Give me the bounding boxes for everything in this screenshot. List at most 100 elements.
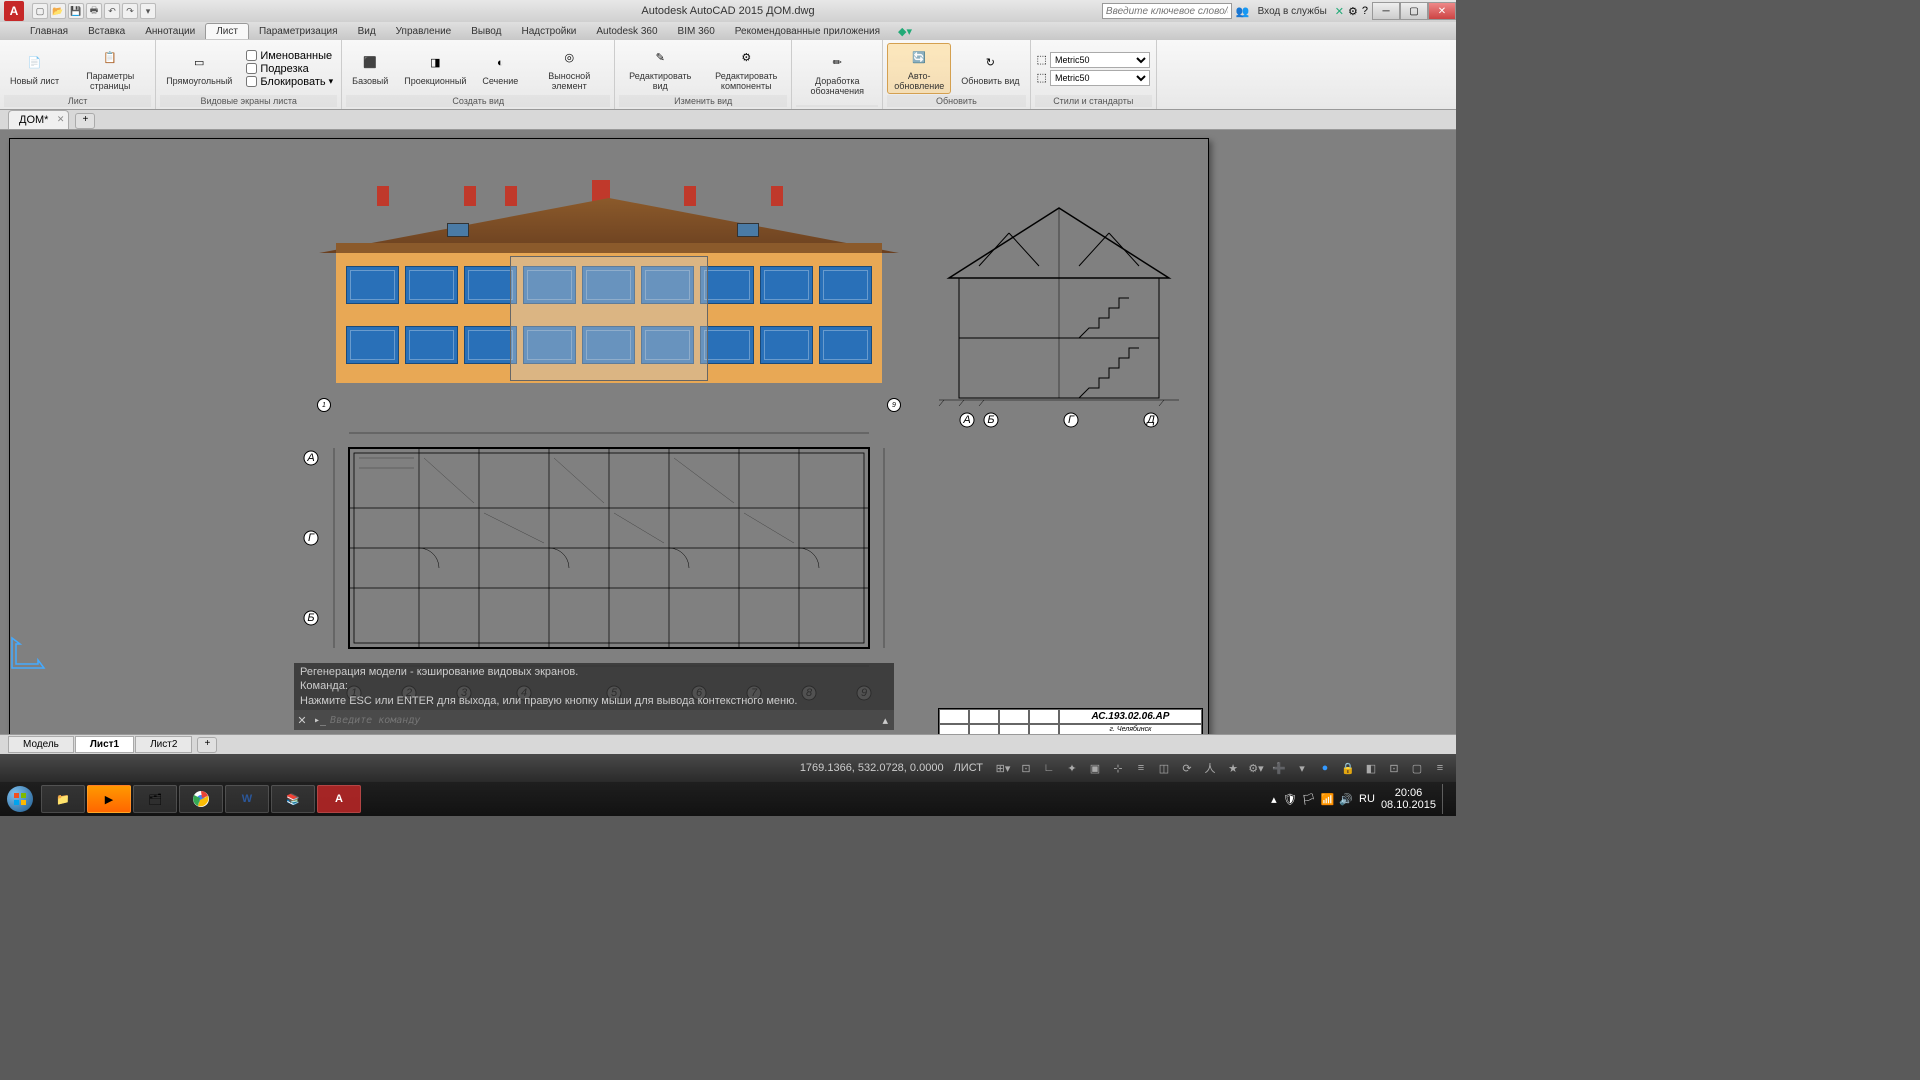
paper-sheet[interactable]: 1 9 xyxy=(9,138,1209,748)
qat-open-icon[interactable]: 📂 xyxy=(50,3,66,19)
quick-props-icon[interactable]: ● xyxy=(1315,758,1335,778)
qat-save-icon[interactable]: 💾 xyxy=(68,3,84,19)
osnap-icon[interactable]: ▣ xyxy=(1085,758,1105,778)
clean-screen-icon[interactable]: ▢ xyxy=(1407,758,1427,778)
exchange-icon[interactable]: ✕ xyxy=(1335,5,1344,18)
base-view-button[interactable]: ⬛Базовый xyxy=(346,49,394,89)
maximize-button[interactable]: ▢ xyxy=(1400,2,1428,20)
tab-parametric[interactable]: Параметризация xyxy=(249,24,348,39)
edit-components-button[interactable]: ⚙Редактировать компоненты xyxy=(705,44,787,94)
snap-icon[interactable]: ⊡ xyxy=(1016,758,1036,778)
taskbar-media[interactable]: ▶ xyxy=(87,785,131,813)
layout-tab-model[interactable]: Модель xyxy=(8,736,74,753)
grid-icon[interactable]: ⊞▾ xyxy=(993,758,1013,778)
taskbar-folder[interactable]: 🗂 xyxy=(133,785,177,813)
minimize-button[interactable]: ─ xyxy=(1372,2,1400,20)
transparency-icon[interactable]: ◫ xyxy=(1154,758,1174,778)
tab-view[interactable]: Вид xyxy=(348,24,386,39)
ortho-icon[interactable]: ∟ xyxy=(1039,758,1059,778)
search-input[interactable] xyxy=(1102,3,1232,19)
taskbar-chrome[interactable] xyxy=(179,785,223,813)
tray-action-icon[interactable]: 🏳 xyxy=(1302,793,1316,806)
otrack-icon[interactable]: ⊹ xyxy=(1108,758,1128,778)
command-input[interactable] xyxy=(330,715,876,726)
style2-select[interactable]: Metric50 xyxy=(1050,70,1150,86)
symbol-sketch-button[interactable]: ✏Доработка обозначения xyxy=(796,49,878,99)
tab-insert[interactable]: Вставка xyxy=(78,24,135,39)
polar-icon[interactable]: ✦ xyxy=(1062,758,1082,778)
doc-tab[interactable]: ДОМ*✕ xyxy=(8,110,69,129)
signin-link[interactable]: Вход в службы xyxy=(1254,6,1331,17)
show-desktop-button[interactable] xyxy=(1442,784,1450,814)
new-doc-tab-button[interactable]: + xyxy=(75,113,95,129)
workspace-icon[interactable]: ⚙▾ xyxy=(1246,758,1266,778)
style1-select[interactable]: Metric50 xyxy=(1050,52,1150,68)
tab-layout[interactable]: Лист xyxy=(205,23,249,39)
taskbar-autocad[interactable]: A xyxy=(317,785,361,813)
taskbar-word[interactable]: W xyxy=(225,785,269,813)
isolate-icon[interactable]: ◧ xyxy=(1361,758,1381,778)
page-setup-button[interactable]: 📋Параметры страницы xyxy=(69,44,151,94)
auto-update-button[interactable]: 🔄Авто- обновление xyxy=(887,43,951,95)
taskbar-winrar[interactable]: 📚 xyxy=(271,785,315,813)
units-icon[interactable]: ▾ xyxy=(1292,758,1312,778)
annotation-vis-icon[interactable]: ★ xyxy=(1223,758,1243,778)
app-icon[interactable]: A xyxy=(4,1,24,21)
panel-title: Лист xyxy=(4,95,151,107)
drawing-area[interactable]: ─ ▢ ✕ ⊞ ✋ 🔍 xyxy=(0,130,1456,734)
tab-annotate[interactable]: Аннотации xyxy=(135,24,205,39)
tray-clock[interactable]: 20:06 08.10.2015 xyxy=(1381,787,1436,811)
section-view-button[interactable]: ◐Сечение xyxy=(476,49,524,89)
close-tab-icon[interactable]: ✕ xyxy=(57,114,65,125)
add-layout-button[interactable]: + xyxy=(197,737,217,753)
cmd-recent-icon[interactable]: ▴ xyxy=(876,714,894,727)
tab-output[interactable]: Вывод xyxy=(461,24,511,39)
tray-security-icon[interactable]: 🛡 xyxy=(1283,793,1297,806)
share-icon[interactable]: ⚙ xyxy=(1348,5,1358,18)
tab-manage[interactable]: Управление xyxy=(386,24,462,39)
close-button[interactable]: ✕ xyxy=(1428,2,1456,20)
projected-view-button[interactable]: ◨Проекционный xyxy=(398,49,472,89)
hardware-accel-icon[interactable]: ⊡ xyxy=(1384,758,1404,778)
detail-view-button[interactable]: ◎Выносной элемент xyxy=(528,44,610,94)
tab-bim360[interactable]: BIM 360 xyxy=(668,24,725,39)
edit-view-button[interactable]: ✎Редактировать вид xyxy=(619,44,701,94)
named-check[interactable]: Именованные xyxy=(246,50,333,62)
layout-tab-1[interactable]: Лист1 xyxy=(75,736,134,753)
tray-expand-icon[interactable]: ▴ xyxy=(1271,793,1277,806)
viewport-rect-button[interactable]: ▭Прямоугольный xyxy=(160,49,238,89)
cmd-close-icon[interactable]: ✕ xyxy=(294,714,310,727)
tab-featured[interactable]: Рекомендованные приложения xyxy=(725,24,890,39)
qat-new-icon[interactable]: ▢ xyxy=(32,3,48,19)
taskbar-explorer[interactable]: 📁 xyxy=(41,785,85,813)
panel-title xyxy=(796,105,878,107)
ucs-icon xyxy=(10,630,50,670)
lock-check[interactable]: Блокировать ▾ xyxy=(246,76,333,88)
infocenter-icon[interactable]: 👥 xyxy=(1236,5,1250,18)
help-icon[interactable]: ? xyxy=(1362,5,1368,17)
tab-a360[interactable]: Autodesk 360 xyxy=(586,24,667,39)
qat-print-icon[interactable]: 🖶 xyxy=(86,3,102,19)
new-layout-button[interactable]: 📄Новый лист xyxy=(4,49,65,89)
status-space[interactable]: ЛИСТ xyxy=(954,762,983,774)
annotation-monitor-icon[interactable]: ➕ xyxy=(1269,758,1289,778)
lineweight-icon[interactable]: ≡ xyxy=(1131,758,1151,778)
qat-redo-icon[interactable]: ↷ xyxy=(122,3,138,19)
panel-title: Видовые экраны листа xyxy=(160,95,337,107)
apps-badge-icon[interactable]: ◆▾ xyxy=(898,25,912,38)
customize-icon[interactable]: ≡ xyxy=(1430,758,1450,778)
tray-lang[interactable]: RU xyxy=(1359,793,1375,805)
lock-ui-icon[interactable]: 🔒 xyxy=(1338,758,1358,778)
tray-network-icon[interactable]: 📶 xyxy=(1321,793,1335,806)
annotation-scale-icon[interactable]: 人 xyxy=(1200,758,1220,778)
tab-home[interactable]: Главная xyxy=(20,24,78,39)
qat-undo-icon[interactable]: ↶ xyxy=(104,3,120,19)
clip-check[interactable]: Подрезка xyxy=(246,63,333,75)
tray-volume-icon[interactable]: 🔊 xyxy=(1339,793,1353,806)
start-button[interactable] xyxy=(0,784,40,814)
update-view-button[interactable]: ↻Обновить вид xyxy=(955,49,1025,89)
tab-addins[interactable]: Надстройки xyxy=(511,24,586,39)
layout-tab-2[interactable]: Лист2 xyxy=(135,736,192,753)
cycling-icon[interactable]: ⟳ xyxy=(1177,758,1197,778)
qat-dropdown-icon[interactable]: ▾ xyxy=(140,3,156,19)
